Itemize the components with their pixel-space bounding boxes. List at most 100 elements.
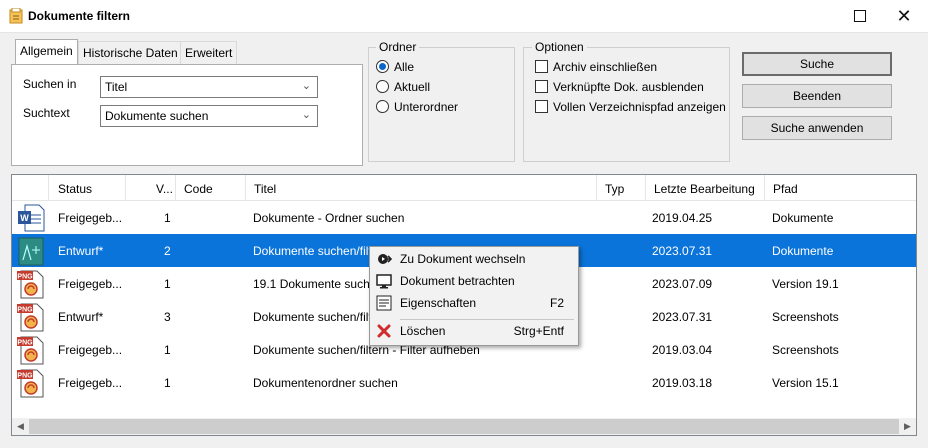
menu-item-label: Eigenschaften (400, 296, 477, 310)
svg-text:PNG: PNG (17, 307, 33, 314)
cell-status: Entwurf* (58, 244, 104, 258)
cell-status: Freigegeb... (58, 277, 123, 291)
ordner-legend: Ordner (376, 40, 420, 54)
context-menu: Zu Dokument wechseln Dokument betrachten… (369, 246, 579, 346)
checkbox-archiv[interactable] (535, 60, 548, 73)
cell-version: 2 (164, 244, 171, 258)
search-in-value: Titel (105, 80, 128, 94)
suche-button[interactable]: Suche (742, 52, 892, 76)
checkbox-verknuepfte-label: Verknüpfte Dok. ausblenden (553, 80, 704, 94)
monitor-icon (376, 274, 392, 289)
cell-path: Version 19.1 (772, 277, 839, 291)
column-header-pfad[interactable]: Pfad (765, 175, 916, 200)
beenden-button[interactable]: Beenden (742, 84, 892, 108)
menu-item-shortcut: F2 (549, 296, 564, 310)
png-image-icon: PNG (17, 369, 44, 398)
column-header-version[interactable]: V... (126, 175, 176, 200)
search-text-value: Dokumente suchen (105, 109, 209, 123)
switch-document-icon (378, 254, 392, 264)
delete-icon (377, 324, 391, 338)
column-header-letzte-bearbeitung[interactable]: Letzte Bearbeitung (646, 175, 765, 200)
column-header-typ[interactable]: Typ (597, 175, 646, 200)
properties-icon (376, 295, 392, 311)
checkbox-verknuepfte[interactable] (535, 80, 548, 93)
svg-text:PNG: PNG (17, 373, 33, 380)
radio-aktuell-label: Aktuell (394, 80, 431, 94)
cell-date: 2019.04.25 (652, 211, 713, 225)
cell-path: Version 15.1 (772, 376, 839, 390)
tab-historische-daten[interactable]: Historische Daten (78, 41, 183, 64)
cell-date: 2023.07.31 (652, 310, 713, 324)
radio-alle-label: Alle (394, 60, 415, 74)
column-header-icon[interactable] (12, 175, 49, 200)
menu-item-label: Löschen (400, 324, 446, 338)
radio-aktuell[interactable] (376, 80, 389, 93)
title-bar: Dokumente filtern ✕ (0, 0, 928, 33)
maximize-button[interactable] (844, 3, 880, 29)
png-image-icon: PNG (17, 336, 44, 365)
menu-item-loeschen[interactable]: Löschen Strg+Entf (372, 320, 576, 342)
close-button[interactable]: ✕ (884, 3, 924, 29)
search-text-label: Suchtext (23, 106, 70, 120)
cell-version: 3 (164, 310, 171, 324)
menu-item-label: Dokument betrachten (400, 274, 515, 288)
cell-version: 1 (164, 211, 171, 225)
cell-status: Freigegeb... (58, 343, 123, 357)
cell-status: Freigegeb... (58, 376, 123, 390)
cell-path: Dokumente (772, 244, 834, 258)
cell-path: Screenshots (772, 310, 839, 324)
cell-date: 2019.03.04 (652, 343, 713, 357)
menu-item-eigenschaften[interactable]: Eigenschaften F2 (372, 292, 576, 314)
tab-erweitert[interactable]: Erweitert (180, 41, 238, 64)
search-in-combo[interactable]: Titel ⌄ (100, 76, 318, 98)
cell-title: Dokumentenordner suchen (253, 376, 398, 390)
chevron-down-icon: ⌄ (301, 109, 311, 121)
cell-date: 2023.07.09 (652, 277, 713, 291)
cell-version: 1 (164, 277, 171, 291)
menu-item-zu-dokument-wechseln[interactable]: Zu Dokument wechseln (372, 248, 576, 270)
optionen-legend: Optionen (532, 40, 587, 54)
cell-path: Screenshots (772, 343, 839, 357)
png-image-icon: PNG (17, 303, 44, 332)
radio-unterordner[interactable] (376, 100, 389, 113)
column-header-status[interactable]: Status (50, 175, 126, 200)
table-row[interactable]: W Freigegeb... 1 Dokumente - Ordner such… (12, 201, 916, 234)
menu-item-shortcut: Strg+Entf (513, 324, 564, 338)
checkbox-vollen-pfad-label: Vollen Verzeichnispfad anzeigen (553, 100, 726, 114)
search-in-label: Suchen in (23, 77, 77, 91)
menu-item-dokument-betrachten[interactable]: Dokument betrachten (372, 270, 576, 292)
search-text-combo[interactable]: Dokumente suchen ⌄ (100, 105, 318, 127)
cell-date: 2019.03.18 (652, 376, 713, 390)
cell-version: 1 (164, 343, 171, 357)
cell-path: Dokumente (772, 211, 834, 225)
cell-status: Freigegeb... (58, 211, 123, 225)
window-title: Dokumente filtern (28, 9, 131, 23)
checkbox-vollen-pfad[interactable] (535, 100, 548, 113)
maximize-icon (854, 10, 866, 22)
horizontal-scrollbar[interactable]: ◀ ▶ (12, 418, 916, 435)
cell-date: 2023.07.31 (652, 244, 713, 258)
checkbox-archiv-label: Archiv einschließen (553, 60, 658, 74)
app-icon (9, 8, 23, 24)
drawing-document-icon (18, 237, 44, 266)
tab-allgemein[interactable]: Allgemein (15, 39, 78, 65)
menu-item-label: Zu Dokument wechseln (400, 252, 526, 266)
svg-text:W: W (20, 213, 29, 223)
svg-text:PNG: PNG (17, 340, 33, 347)
scroll-right-icon[interactable]: ▶ (899, 418, 916, 435)
column-header-titel[interactable]: Titel (246, 175, 597, 200)
radio-alle[interactable] (376, 60, 389, 73)
column-header-code[interactable]: Code (176, 175, 246, 200)
cell-title: Dokumente - Ordner suchen (253, 211, 405, 225)
scroll-left-icon[interactable]: ◀ (12, 418, 29, 435)
chevron-down-icon: ⌄ (301, 80, 311, 92)
cell-version: 1 (164, 376, 171, 390)
word-document-icon: W (18, 204, 45, 232)
scrollbar-thumb[interactable] (29, 419, 899, 434)
close-icon: ✕ (896, 6, 912, 26)
suche-anwenden-button[interactable]: Suche anwenden (742, 116, 892, 140)
table-row[interactable]: PNG Freigegeb... 1 Dokumentenordner such… (12, 366, 916, 399)
cell-status: Entwurf* (58, 310, 104, 324)
png-image-icon: PNG (17, 270, 44, 299)
radio-unterordner-label: Unterordner (394, 100, 459, 114)
